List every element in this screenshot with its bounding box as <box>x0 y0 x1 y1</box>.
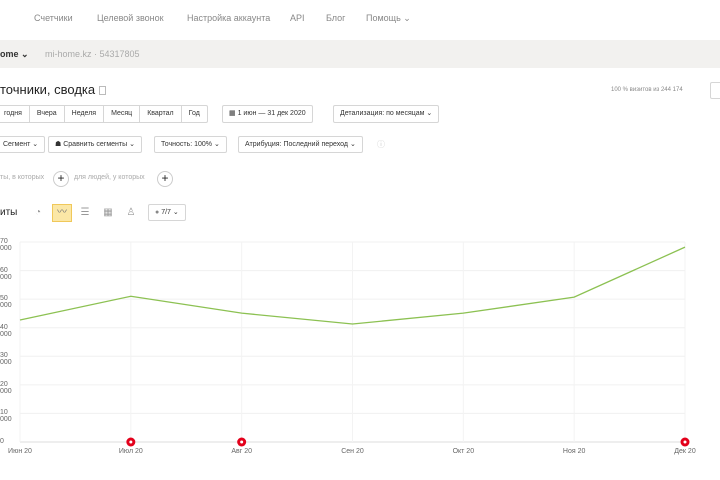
annotation-marker-dot <box>240 440 244 444</box>
data-point[interactable] <box>461 311 465 315</box>
x-tick-label: Ноя 20 <box>562 448 586 455</box>
visits-line-chart <box>18 241 690 447</box>
annotation-marker-dot <box>683 440 687 444</box>
data-point[interactable] <box>351 322 355 326</box>
x-tick-label: Дек 20 <box>674 448 696 455</box>
data-point[interactable] <box>572 295 576 299</box>
x-tick-label: Июл 20 <box>118 448 143 455</box>
x-tick-label: Июн 20 <box>8 448 32 455</box>
x-tick-label: Сен 20 <box>341 448 364 455</box>
data-point[interactable] <box>240 311 244 315</box>
annotation-marker-dot <box>129 440 133 444</box>
data-point[interactable] <box>129 294 133 298</box>
data-point[interactable] <box>683 245 687 249</box>
x-tick-label: Авг 20 <box>231 448 252 455</box>
x-tick-label: Окт 20 <box>452 448 475 455</box>
data-point[interactable] <box>18 318 22 322</box>
